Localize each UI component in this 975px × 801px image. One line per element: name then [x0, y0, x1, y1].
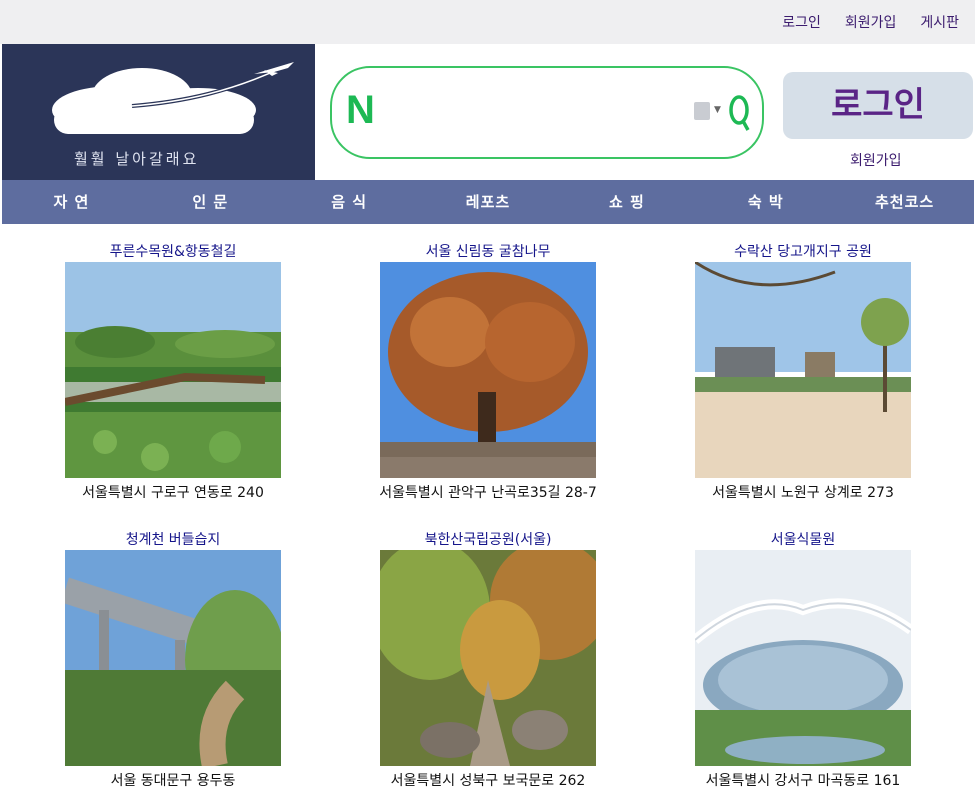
place-photo[interactable] [695, 262, 911, 478]
search-box: N ▼ [330, 66, 764, 159]
place-address: 서울특별시 관악구 난곡로35길 28-7 [379, 485, 597, 501]
place-card: 푸른수목원&항동철길 서울특별시 구로구 연동로 240 [53, 242, 293, 502]
nav-item-courses[interactable]: 추천코스 [835, 180, 974, 224]
place-photo[interactable] [380, 550, 596, 766]
nav-item-food[interactable]: 음 식 [280, 180, 419, 224]
place-photo[interactable] [380, 262, 596, 478]
place-address: 서울특별시 구로구 연동로 240 [82, 485, 264, 501]
top-signup-link[interactable]: 회원가입 [845, 12, 897, 32]
nav-item-leisure[interactable]: 레포츠 [419, 180, 558, 224]
place-card: 청계천 버들습지 서울 동대문구 용두동 [53, 530, 293, 790]
place-address: 서울 동대문구 용두동 [110, 773, 236, 789]
top-utility-bar: 로그인 회원가입 게시판 [0, 0, 975, 44]
site-logo[interactable]: 훨훨 날아갈래요 [2, 44, 315, 180]
nav-item-shopping[interactable]: 쇼 핑 [557, 180, 696, 224]
logo-tagline: 훨훨 날아갈래요 [74, 150, 200, 168]
chevron-down-icon[interactable]: ▼ [714, 105, 721, 115]
top-login-link[interactable]: 로그인 [782, 12, 821, 32]
place-address: 서울특별시 성북구 보국문로 262 [390, 773, 586, 789]
search-input[interactable] [392, 94, 682, 132]
place-card: 서울식물원 서울특별시 강서구 마곡동로 161 [683, 530, 923, 790]
place-title[interactable]: 북한산국립공원(서울) [368, 530, 608, 550]
nav-item-humanities[interactable]: 인 문 [141, 180, 280, 224]
place-card: 북한산국립공원(서울) 서울특별시 성북구 보국문로 262 [368, 530, 608, 790]
category-nav: 자 연 인 문 음 식 레포츠 쇼 핑 숙 박 추천코스 [2, 180, 974, 224]
place-photo[interactable] [695, 550, 911, 766]
place-address: 서울특별시 강서구 마곡동로 161 [705, 773, 901, 789]
place-address: 서울특별시 노원구 상계로 273 [712, 485, 894, 501]
login-button[interactable]: 로그인 [783, 72, 973, 139]
place-card: 수락산 당고개지구 공원 서울특별시 노원구 상계로 273 [683, 242, 923, 502]
place-title[interactable]: 서울식물원 [683, 530, 923, 550]
signup-link[interactable]: 회원가입 [850, 150, 902, 170]
place-card: 서울 신림동 굴참나무 서울특별시 관악구 난곡로35길 28-7 [368, 242, 608, 502]
nav-item-nature[interactable]: 자 연 [2, 180, 141, 224]
place-title[interactable]: 서울 신림동 굴참나무 [368, 242, 608, 262]
place-title[interactable]: 청계천 버들습지 [53, 530, 293, 550]
place-title[interactable]: 푸른수목원&항동철길 [53, 242, 293, 262]
nav-item-lodging[interactable]: 숙 박 [696, 180, 835, 224]
search-icon[interactable] [728, 92, 752, 134]
top-board-link[interactable]: 게시판 [920, 12, 959, 32]
keyboard-icon[interactable] [694, 102, 710, 120]
place-photo[interactable] [65, 262, 281, 478]
top-links: 로그인 회원가입 게시판 [782, 12, 959, 32]
naver-logo-icon: N [346, 88, 375, 132]
place-title[interactable]: 수락산 당고개지구 공원 [683, 242, 923, 262]
place-photo[interactable] [65, 550, 281, 766]
